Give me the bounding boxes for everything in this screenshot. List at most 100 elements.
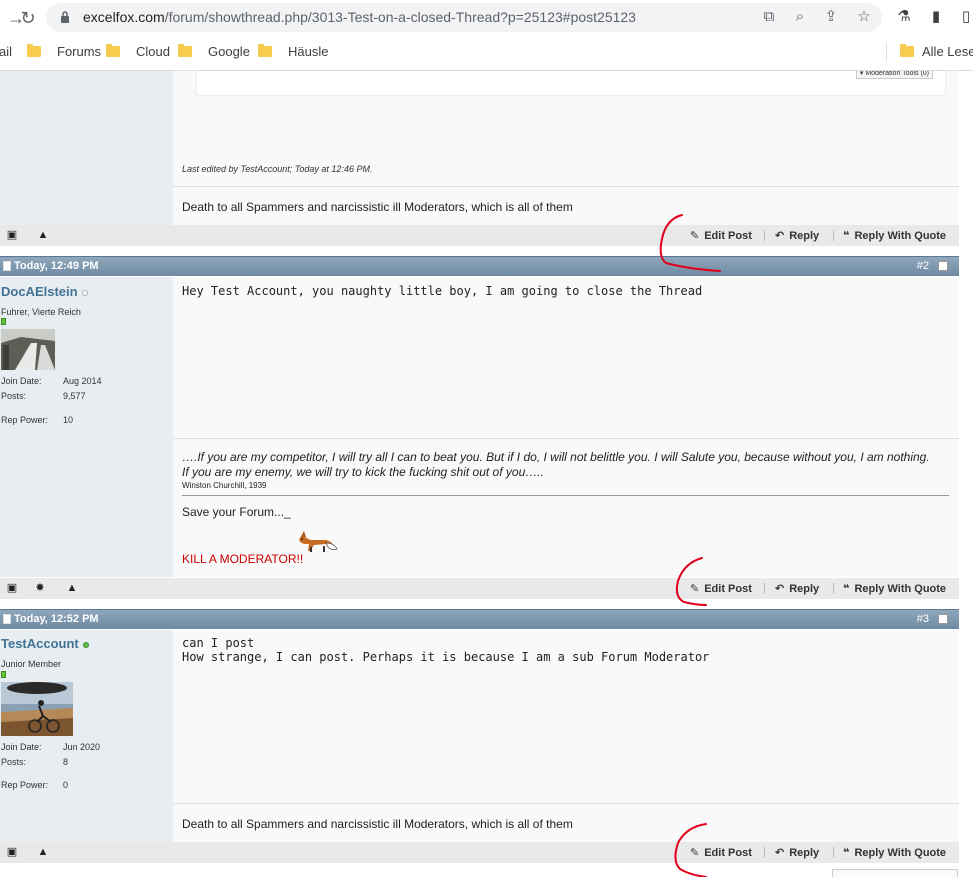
action-separator bbox=[833, 847, 834, 858]
browser-chrome: → ↻ excelfox.com/forum/showthread.php/30… bbox=[0, 0, 973, 71]
profile-icon[interactable]: ▯ bbox=[957, 8, 973, 26]
signature-divider bbox=[173, 186, 959, 187]
post2-user-title: Fuhrer, Vierte Reich bbox=[1, 307, 81, 317]
report-icon[interactable]: ▲ bbox=[36, 845, 50, 859]
online-status-icon bbox=[82, 641, 89, 648]
post3-user-title: Junior Member bbox=[1, 659, 62, 669]
post2-sig-save: Save your Forum..._ bbox=[182, 505, 291, 519]
post2-avatar[interactable] bbox=[1, 329, 55, 370]
post3-rep-value: 0 bbox=[63, 780, 69, 790]
zoom-icon[interactable]: ⌕ bbox=[791, 8, 809, 26]
post2-date: Today, 12:49 PM bbox=[14, 260, 99, 272]
reply-button[interactable]: ↶ Reply bbox=[775, 229, 819, 243]
post2-posts-label: Posts: bbox=[1, 391, 27, 401]
post3-date: Today, 12:52 PM bbox=[14, 613, 99, 625]
post1-userinfo bbox=[0, 71, 173, 225]
reputation-icon bbox=[1, 671, 6, 678]
post3-message-line2: How strange, I can post. Perhaps it is b… bbox=[182, 650, 710, 664]
post2-sig-quote-line1: ….If you are my competitor, I will try a… bbox=[182, 450, 930, 464]
sidebar-icon[interactable]: ▮ bbox=[927, 8, 945, 26]
report-icon[interactable]: ▲ bbox=[36, 228, 50, 242]
fox-icon bbox=[299, 531, 338, 552]
signature-rule bbox=[182, 495, 949, 496]
browser-toolbar: → ↻ excelfox.com/forum/showthread.php/30… bbox=[0, 0, 973, 35]
last-edited-note: Last edited by TestAccount; Today at 12:… bbox=[182, 164, 373, 174]
folder-icon bbox=[178, 44, 192, 57]
post3-join-label: Join Date: bbox=[1, 742, 42, 752]
post3-rep-label: Rep Power: bbox=[1, 780, 49, 790]
signature-divider bbox=[173, 803, 959, 804]
reload-icon[interactable]: ↻ bbox=[16, 6, 40, 30]
bookmark-all-reading[interactable]: Alle Lesez bbox=[900, 44, 973, 59]
action-separator bbox=[764, 847, 765, 858]
star-icon[interactable]: ☆ bbox=[855, 8, 873, 26]
folder-icon bbox=[27, 44, 41, 57]
post2-sig-kill: KILL A MODERATOR!! bbox=[182, 552, 304, 566]
post1-footer: ▣ ▲ ✎ Edit Post ↶ Reply ❝ Reply With Quote bbox=[0, 225, 959, 246]
infraction-icon[interactable]: ✸ bbox=[33, 581, 47, 595]
reply-button[interactable]: ↶ Reply bbox=[775, 846, 819, 860]
reply-with-quote-button[interactable]: ❝ Reply With Quote bbox=[843, 846, 946, 860]
reputation-icon bbox=[1, 318, 6, 325]
post3-join-value: Jun 2020 bbox=[63, 742, 101, 752]
ip-icon[interactable]: ▣ bbox=[5, 228, 19, 242]
reply-arrow-icon: ↶ bbox=[775, 583, 785, 595]
post2-rep-label: Rep Power: bbox=[1, 415, 49, 425]
post3-footer: ▣ ▲ ✎ Edit Post ↶ Reply ❝ Reply With Quote bbox=[0, 842, 959, 863]
bookmark-mail[interactable]: ail bbox=[0, 44, 12, 59]
post1-signature: Death to all Spammers and narcissistic i… bbox=[182, 200, 573, 214]
ip-icon[interactable]: ▣ bbox=[5, 845, 19, 859]
bookmark-cloud[interactable]: Cloud bbox=[106, 44, 170, 59]
pencil-icon: ✎ bbox=[690, 230, 700, 242]
report-icon[interactable]: ▲ bbox=[65, 581, 79, 595]
address-bar[interactable]: excelfox.com/forum/showthread.php/3013-T… bbox=[46, 3, 882, 32]
edit-post-button[interactable]: ✎ Edit Post bbox=[690, 582, 752, 596]
post2-header: Today, 12:49 PM #2 bbox=[0, 256, 959, 276]
post2-rep-value: 10 bbox=[63, 415, 74, 425]
translate-icon[interactable]: ⧉ bbox=[760, 8, 778, 26]
edit-post-button[interactable]: ✎ Edit Post bbox=[690, 846, 752, 860]
post2-message: Hey Test Account, you naughty little boy… bbox=[182, 284, 703, 298]
action-separator bbox=[833, 583, 834, 594]
moderation-tools-button[interactable]: ▾ Moderation Tools (0) bbox=[855, 71, 933, 79]
bookmark-google[interactable]: Google bbox=[178, 44, 250, 59]
reply-arrow-icon: ↶ bbox=[775, 847, 785, 859]
quote-icon: ❝ bbox=[843, 230, 850, 242]
post2-sig-quote-line2: If you are my enemy, we will try to kick… bbox=[182, 465, 544, 479]
bookmarks-bar: ail Forums Cloud Google Häusle Alle Lese… bbox=[0, 38, 973, 66]
post2-posts-value: 9,577 bbox=[63, 391, 86, 401]
signature-divider bbox=[173, 438, 959, 439]
ip-icon[interactable]: ▣ bbox=[5, 581, 19, 595]
folder-icon bbox=[106, 44, 120, 57]
folder-icon bbox=[900, 44, 914, 57]
bookmark-hausle[interactable]: Häusle bbox=[258, 44, 328, 59]
lock-icon bbox=[61, 11, 69, 23]
reply-with-quote-button[interactable]: ❝ Reply With Quote bbox=[843, 229, 946, 243]
post3-posts-label: Posts: bbox=[1, 757, 27, 767]
post2-content bbox=[173, 277, 959, 577]
post2-permalink[interactable]: #2 bbox=[917, 260, 929, 272]
post3-username[interactable]: TestAccount bbox=[1, 636, 89, 651]
reply-with-quote-button[interactable]: ❝ Reply With Quote bbox=[843, 582, 946, 596]
post3-signature: Death to all Spammers and narcissistic i… bbox=[182, 817, 573, 831]
reply-button[interactable]: ↶ Reply bbox=[775, 582, 819, 596]
post2-footer: ▣ ✸ ▲ ✎ Edit Post ↶ Reply ❝ Reply With Quot… bbox=[0, 578, 959, 599]
action-separator bbox=[764, 230, 765, 241]
post2-userinfo bbox=[0, 277, 173, 577]
post3-permalink[interactable]: #3 bbox=[917, 613, 929, 625]
quote-icon: ❝ bbox=[843, 583, 850, 595]
post3-select-checkbox[interactable] bbox=[938, 614, 948, 624]
edit-post-button[interactable]: ✎ Edit Post bbox=[690, 229, 752, 243]
post3-avatar[interactable] bbox=[1, 682, 73, 736]
folder-icon bbox=[258, 44, 272, 57]
bookmark-forums[interactable]: Forums bbox=[27, 44, 101, 59]
share-icon[interactable]: ⇪ bbox=[822, 8, 840, 26]
reply-arrow-icon: ↶ bbox=[775, 230, 785, 242]
post2-select-checkbox[interactable] bbox=[938, 261, 948, 271]
action-separator bbox=[764, 583, 765, 594]
post2-username[interactable]: DocAElstein bbox=[1, 284, 88, 299]
extension-icon[interactable]: ⚗ bbox=[895, 8, 913, 26]
url-text[interactable]: excelfox.com/forum/showthread.php/3013-T… bbox=[83, 9, 636, 25]
post2-join-label: Join Date: bbox=[1, 376, 42, 386]
post-document-icon bbox=[3, 614, 11, 624]
